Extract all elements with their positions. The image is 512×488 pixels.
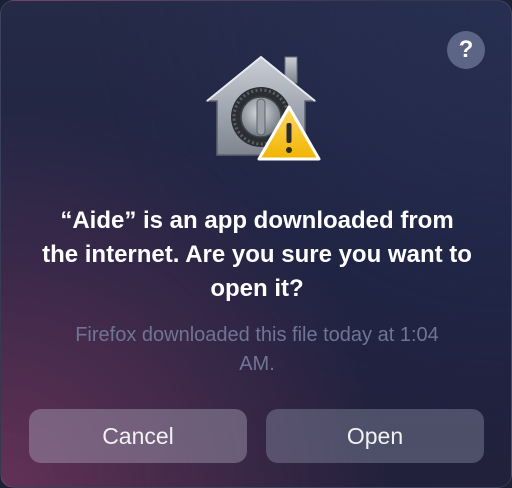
cancel-button[interactable]: Cancel (29, 409, 247, 463)
security-alert-dialog: ? “Aide” is an app downloaded from the i… (0, 0, 512, 488)
help-button[interactable]: ? (447, 31, 485, 69)
help-icon: ? (458, 36, 474, 63)
open-button-label: Open (346, 422, 404, 449)
dialog-title: “Aide” is an app downloaded from the int… (42, 207, 472, 302)
gatekeeper-vault-icon (204, 55, 321, 161)
open-button[interactable]: Open (266, 409, 484, 463)
cancel-button-label: Cancel (102, 422, 174, 449)
dialog-subtitle: Firefox downloaded this file today at 1:… (75, 324, 439, 375)
